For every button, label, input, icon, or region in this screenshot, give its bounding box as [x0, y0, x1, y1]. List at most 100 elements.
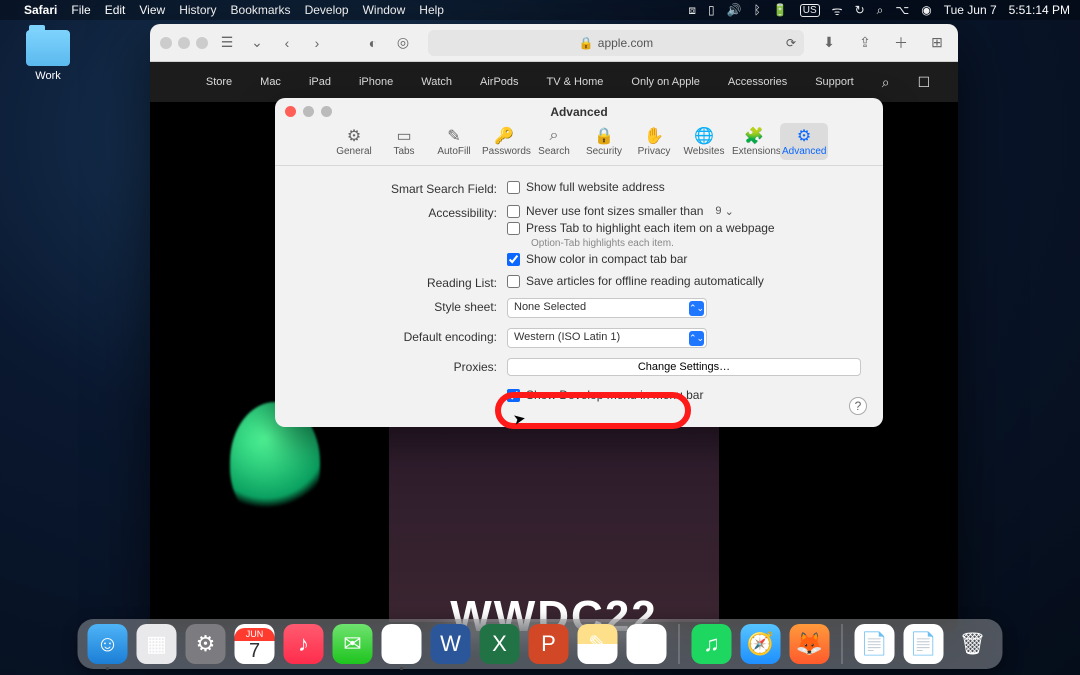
- nav-watch[interactable]: Watch: [421, 76, 452, 88]
- tab-websites[interactable]: 🌐Websites: [680, 123, 728, 160]
- spotlight-icon[interactable]: ⌕: [877, 3, 884, 18]
- nav-store[interactable]: Store: [206, 76, 232, 88]
- show-develop-checkbox[interactable]: Show Develop menu in menu bar: [507, 388, 861, 402]
- dock-notes[interactable]: ✎: [578, 624, 618, 664]
- new-tab-icon[interactable]: ＋: [890, 32, 912, 54]
- sync-icon[interactable]: ↻: [855, 3, 865, 17]
- menubar-time[interactable]: 5:51:14 PM: [1009, 3, 1070, 17]
- change-settings-button[interactable]: Change Settings…: [507, 358, 861, 376]
- tab-search[interactable]: ⌕Search: [530, 123, 578, 160]
- help-button[interactable]: ?: [849, 397, 867, 415]
- dock-firefox[interactable]: 🦊: [790, 624, 830, 664]
- font-size-select[interactable]: 9 ⌄: [715, 205, 745, 218]
- app-name[interactable]: Safari: [24, 3, 57, 17]
- menu-develop[interactable]: Develop: [305, 3, 349, 17]
- bag-icon[interactable]: ☐: [918, 74, 931, 91]
- battery-icon[interactable]: 🔋: [773, 3, 788, 17]
- show-color-checkbox[interactable]: Show color in compact tab bar: [507, 252, 861, 266]
- dock-document-1[interactable]: 📄: [855, 624, 895, 664]
- menu-view[interactable]: View: [139, 3, 165, 17]
- tab-passwords[interactable]: 🔑Passwords: [480, 123, 528, 160]
- safari-traffic-lights[interactable]: [160, 37, 208, 49]
- menu-help[interactable]: Help: [419, 3, 444, 17]
- sidebar-button[interactable]: ☰: [216, 32, 238, 54]
- volume-icon[interactable]: 🔊: [727, 3, 742, 17]
- menu-file[interactable]: File: [71, 3, 90, 17]
- dropbox-icon[interactable]: ⧈: [688, 3, 696, 18]
- menu-edit[interactable]: Edit: [105, 3, 126, 17]
- dock-spotify[interactable]: ♫: [692, 624, 732, 664]
- phone-icon[interactable]: ▯: [708, 3, 715, 17]
- proxies-label: Proxies:: [297, 358, 507, 374]
- dock-trash[interactable]: 🗑: [953, 624, 993, 664]
- prefs-tabs: ⚙General ▭Tabs ✎AutoFill 🔑Passwords ⌕Sea…: [275, 123, 883, 166]
- show-full-address-checkbox[interactable]: Show full website address: [507, 180, 861, 194]
- folder-icon: [26, 30, 70, 66]
- dock-chrome[interactable]: ◉: [382, 624, 422, 664]
- chevron-down-icon[interactable]: ⌄: [246, 32, 268, 54]
- dock-slack[interactable]: #: [627, 624, 667, 664]
- menu-history[interactable]: History: [179, 3, 216, 17]
- puzzle-icon: 🧩: [732, 126, 776, 146]
- desktop-folder-work[interactable]: Work: [20, 30, 76, 82]
- nav-ipad[interactable]: iPad: [309, 76, 331, 88]
- nav-airpods[interactable]: AirPods: [480, 76, 519, 88]
- downloads-icon[interactable]: ⬇: [818, 32, 840, 54]
- menu-window[interactable]: Window: [363, 3, 406, 17]
- save-offline-checkbox[interactable]: Save articles for offline reading automa…: [507, 274, 861, 288]
- minimize-icon[interactable]: [303, 106, 314, 117]
- tab-autofill[interactable]: ✎AutoFill: [430, 123, 478, 160]
- dock-music[interactable]: ♪: [284, 624, 324, 664]
- nav-support[interactable]: Support: [815, 76, 854, 88]
- dock-finder[interactable]: ☺: [88, 624, 128, 664]
- dock-safari[interactable]: 🧭: [741, 624, 781, 664]
- bluetooth-icon[interactable]: ᛒ: [754, 3, 761, 17]
- close-icon[interactable]: [285, 106, 296, 117]
- dock-powerpoint[interactable]: P: [529, 624, 569, 664]
- dock-settings[interactable]: ⚙: [186, 624, 226, 664]
- nav-accessories[interactable]: Accessories: [728, 76, 787, 88]
- dock-separator: [679, 624, 680, 664]
- zoom-icon[interactable]: [321, 106, 332, 117]
- stylesheet-select[interactable]: None Selected⌃⌄: [507, 298, 707, 318]
- forward-button[interactable]: ›: [306, 32, 328, 54]
- tab-general[interactable]: ⚙General: [330, 123, 378, 160]
- tab-security[interactable]: 🔒Security: [580, 123, 628, 160]
- tab-privacy[interactable]: ✋Privacy: [630, 123, 678, 160]
- reload-icon[interactable]: ⟳: [786, 36, 796, 50]
- back-button[interactable]: ‹: [276, 32, 298, 54]
- nav-tvhome[interactable]: TV & Home: [547, 76, 604, 88]
- lock-icon: 🔒: [579, 36, 594, 50]
- tab-tabs[interactable]: ▭Tabs: [380, 123, 428, 160]
- encoding-select[interactable]: Western (ISO Latin 1)⌃⌄: [507, 328, 707, 348]
- tab-extensions[interactable]: 🧩Extensions: [730, 123, 778, 160]
- shield-icon[interactable]: ◐: [362, 32, 384, 54]
- input-source[interactable]: US: [800, 4, 820, 17]
- never-font-checkbox[interactable]: Never use font sizes smaller than9 ⌄: [507, 204, 861, 218]
- dock-word[interactable]: W: [431, 624, 471, 664]
- search-icon[interactable]: ⌕: [882, 74, 890, 91]
- tabs-icon[interactable]: ⊞: [926, 32, 948, 54]
- dock-calendar[interactable]: JUN7: [235, 624, 275, 664]
- dock-document-2[interactable]: 📄: [904, 624, 944, 664]
- option-tab-hint: Option-Tab highlights each item.: [531, 238, 861, 249]
- siri-icon[interactable]: ◉: [921, 3, 931, 17]
- nav-iphone[interactable]: iPhone: [359, 76, 393, 88]
- menubar-date[interactable]: Tue Jun 7: [944, 3, 997, 17]
- dock-excel[interactable]: X: [480, 624, 520, 664]
- prefs-traffic-lights[interactable]: [285, 106, 332, 117]
- menu-bookmarks[interactable]: Bookmarks: [231, 3, 291, 17]
- dock-messages[interactable]: ✉: [333, 624, 373, 664]
- dock-separator-2: [842, 624, 843, 664]
- reader-icon[interactable]: ◎: [392, 32, 414, 54]
- press-tab-checkbox[interactable]: Press Tab to highlight each item on a we…: [507, 221, 861, 235]
- dock-launchpad[interactable]: ▦: [137, 624, 177, 664]
- nav-mac[interactable]: Mac: [260, 76, 281, 88]
- apple-nav: Store Mac iPad iPhone Watch AirPods TV &…: [150, 62, 958, 102]
- nav-only[interactable]: Only on Apple: [631, 76, 700, 88]
- share-icon[interactable]: ⇪: [854, 32, 876, 54]
- wifi-icon[interactable]: ᯤ: [832, 2, 843, 19]
- control-center-icon[interactable]: ⌥: [895, 3, 909, 17]
- tab-advanced[interactable]: ⚙Advanced: [780, 123, 828, 160]
- address-bar[interactable]: 🔒 apple.com ⟳: [428, 30, 804, 56]
